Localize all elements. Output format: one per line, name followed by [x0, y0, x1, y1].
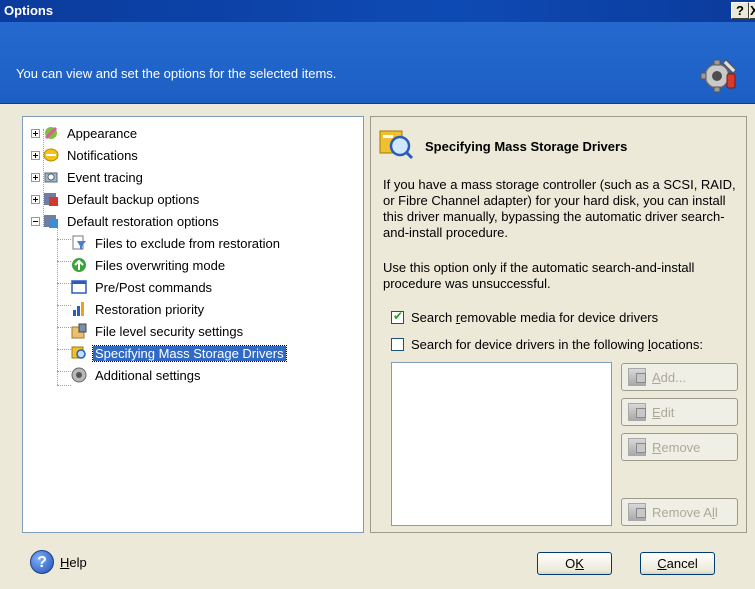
- tree-label: Files to exclude from restoration: [95, 235, 280, 251]
- notifications-icon: [43, 148, 59, 162]
- expand-icon[interactable]: [31, 150, 40, 160]
- tree-item-default-restoration-options[interactable]: Default restoration options: [31, 211, 221, 231]
- settings-gear-icon: [71, 367, 87, 383]
- expand-icon[interactable]: [31, 128, 40, 138]
- tree-item-files-overwriting-mode[interactable]: Files overwriting mode: [71, 255, 227, 275]
- locations-list[interactable]: [391, 362, 612, 526]
- tree-label: Default restoration options: [67, 213, 219, 229]
- tree-label: Restoration priority: [95, 301, 205, 317]
- dialog-body: Appearance Notifications Event tracing D…: [0, 104, 755, 589]
- tree-label: Default backup options: [67, 191, 200, 207]
- tree-item-additional-settings[interactable]: Additional settings: [71, 365, 203, 385]
- options-gear-icon: [700, 59, 737, 93]
- panel-note: Use this option only if the automatic se…: [383, 260, 695, 291]
- collapse-icon[interactable]: [31, 216, 40, 226]
- add-icon: [628, 368, 646, 386]
- filter-icon: [72, 235, 86, 250]
- help-icon: ?: [30, 550, 54, 574]
- commands-window-icon: [71, 280, 87, 294]
- title-bar: Options ? X: [0, 0, 755, 22]
- overwrite-icon: [72, 258, 86, 272]
- tree-item-appearance[interactable]: Appearance: [31, 123, 139, 143]
- tree-item-files-to-exclude[interactable]: Files to exclude from restoration: [71, 233, 282, 253]
- edit-icon: [628, 403, 646, 421]
- tree-item-mass-storage-drivers[interactable]: Specifying Mass Storage Drivers: [71, 343, 287, 363]
- tree-label: Files overwriting mode: [95, 257, 226, 273]
- expand-icon[interactable]: [31, 172, 40, 182]
- appearance-icon: [44, 126, 58, 140]
- button-label: Remove: [652, 439, 701, 455]
- checkbox-checked[interactable]: [391, 309, 404, 324]
- panel-description: If you have a mass storage controller (s…: [383, 177, 736, 240]
- checkbox-label: Search removable media for device driver…: [411, 310, 659, 325]
- drivers-search-icon: [71, 346, 86, 359]
- security-icon: [71, 323, 87, 339]
- remove-all-button[interactable]: Remove All: [621, 498, 738, 526]
- event-tracing-icon: [44, 172, 58, 183]
- checkbox-unchecked[interactable]: [391, 338, 404, 351]
- tree-label: Pre/Post commands: [95, 279, 213, 295]
- help-label: Help: [60, 554, 87, 570]
- close-button[interactable]: X: [749, 2, 755, 19]
- edit-button[interactable]: Edit: [621, 398, 738, 426]
- remove-all-icon: [628, 503, 646, 521]
- tree-item-file-level-security[interactable]: File level security settings: [71, 321, 245, 341]
- cancel-button[interactable]: Cancel: [640, 552, 715, 575]
- priority-icon: [73, 302, 84, 316]
- remove-icon: [628, 438, 646, 456]
- tree-label: Appearance: [67, 125, 138, 141]
- tree-label: Specifying Mass Storage Drivers: [92, 344, 287, 362]
- search-locations-checkbox[interactable]: Search for device drivers in the followi…: [391, 337, 703, 352]
- window-title: Options: [4, 3, 54, 18]
- tree-item-default-backup-options[interactable]: Default backup options: [31, 189, 201, 209]
- backup-options-icon: [44, 193, 58, 206]
- settings-panel: Specifying Mass Storage Drivers If you h…: [370, 116, 747, 533]
- add-button[interactable]: Add...: [621, 363, 738, 391]
- title-help-button[interactable]: ?: [731, 2, 749, 19]
- tree-item-pre-post-commands[interactable]: Pre/Post commands: [71, 277, 214, 297]
- tree-label: File level security settings: [95, 323, 244, 339]
- tree-item-event-tracing[interactable]: Event tracing: [31, 167, 145, 187]
- button-label: Add...: [652, 369, 686, 385]
- header-description: You can view and set the options for the…: [16, 66, 337, 81]
- drivers-search-large-icon: [379, 130, 413, 159]
- panel-title: Specifying Mass Storage Drivers: [425, 139, 628, 154]
- expand-icon[interactable]: [31, 194, 40, 204]
- help-link[interactable]: ? Help: [30, 550, 87, 574]
- tree-label: Notifications: [67, 147, 138, 163]
- restoration-options-icon: [44, 215, 58, 228]
- ok-button[interactable]: OK: [537, 552, 612, 575]
- tree-label: Additional settings: [95, 367, 201, 383]
- button-label: Edit: [652, 404, 675, 420]
- tree-item-restoration-priority[interactable]: Restoration priority: [71, 299, 206, 319]
- search-removable-media-checkbox[interactable]: Search removable media for device driver…: [391, 309, 659, 325]
- options-tree[interactable]: Appearance Notifications Event tracing D…: [22, 116, 364, 533]
- header-banner: You can view and set the options for the…: [0, 22, 755, 104]
- tree-label: Event tracing: [67, 169, 143, 185]
- button-label: Remove All: [652, 504, 718, 520]
- remove-button[interactable]: Remove: [621, 433, 738, 461]
- tree-item-notifications[interactable]: Notifications: [31, 145, 140, 165]
- checkbox-label: Search for device drivers in the followi…: [411, 337, 703, 352]
